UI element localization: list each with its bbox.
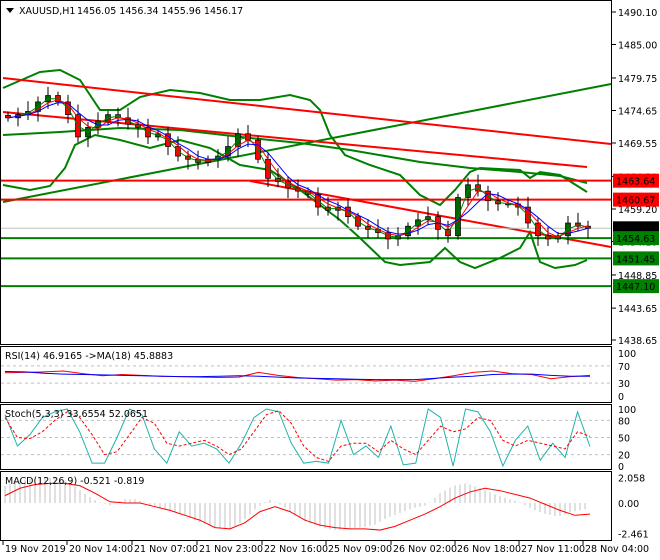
time-axis-label: 19 Nov 2019	[5, 544, 66, 555]
rsi-title: RSI(14) 46.9165 ->MA(18) 45.8883	[5, 351, 173, 362]
chart-window: 1490.101485.001479.751474.651469.551464.…	[0, 0, 660, 560]
support-price-tag: 1451.45	[616, 254, 655, 265]
time-axis-label: 21 Nov 23:00	[199, 544, 263, 555]
stoch-axis-label: 20	[618, 451, 630, 462]
price-axis-label: 1459.20	[618, 205, 657, 216]
price-axis-label: 1485.00	[618, 41, 657, 52]
stoch-title: Stoch(5,3,3) 33.6554 52.0651	[5, 409, 148, 420]
price-axis-label: 1490.10	[618, 8, 657, 19]
time-axis-label: 20 Nov 14:00	[69, 544, 133, 555]
time-axis-label: 27 Nov 11:00	[521, 544, 585, 555]
time-axis-label: 26 Nov 02:00	[393, 544, 457, 555]
macd-axis-label: 0.00	[618, 499, 639, 510]
symbol-label: XAUUSD,H1	[19, 6, 75, 17]
stoch-axis-label: 100	[618, 405, 636, 416]
price-axis-label: 1438.65	[618, 336, 657, 347]
price-axis-label: 1479.75	[618, 74, 657, 85]
price-axis-label: 1443.65	[618, 304, 657, 315]
time-axis-label: 25 Nov 09:00	[328, 544, 392, 555]
stoch-axis-label: 80	[618, 416, 630, 427]
rsi-axis-label: 0	[618, 392, 624, 403]
resistance-price-tag: 1460.67	[616, 196, 655, 207]
rsi-axis-label: 70	[618, 362, 630, 373]
stoch-axis-label: 0	[618, 462, 624, 473]
time-axis-label: 28 Nov 04:00	[585, 544, 649, 555]
chart-canvas[interactable]: 1490.101485.001479.751474.651469.551464.…	[0, 0, 660, 560]
macd-axis-label: 2.058	[618, 474, 645, 485]
macd-title: MACD(12,26,9) -0.521 -0.819	[5, 476, 144, 487]
price-axis-label: 1474.65	[618, 106, 657, 117]
price-axis-label: 1469.55	[618, 139, 657, 150]
support-price-tag: 1447.10	[616, 282, 655, 293]
ohlc-label: 1456.05 1456.34 1455.96 1456.17	[77, 6, 243, 17]
time-axis-label: 21 Nov 07:00	[134, 544, 198, 555]
time-axis-label: 22 Nov 16:00	[264, 544, 328, 555]
macd-axis-label: -2.461	[618, 529, 649, 540]
rsi-axis-label: 100	[618, 349, 636, 360]
support-price-tag: 1454.63	[616, 234, 655, 245]
time-axis-label: 26 Nov 18:00	[457, 544, 521, 555]
stoch-axis-label: 50	[618, 434, 630, 445]
rsi-axis-label: 30	[618, 379, 630, 390]
resistance-price-tag: 1463.64	[616, 177, 655, 188]
